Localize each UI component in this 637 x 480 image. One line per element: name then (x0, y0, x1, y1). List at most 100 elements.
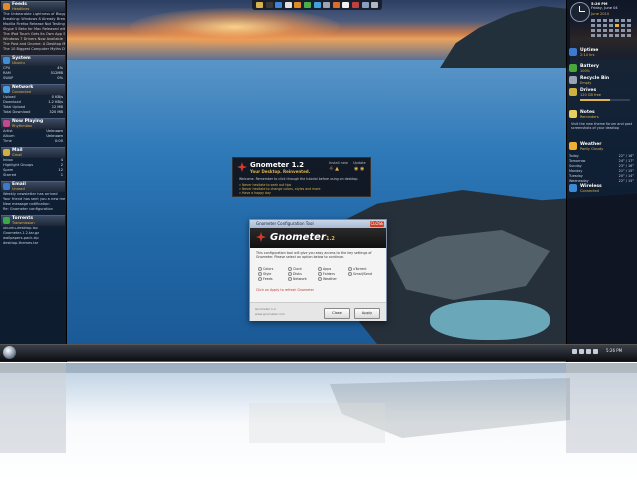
option-disks[interactable]: Disks (288, 272, 302, 276)
widget-header[interactable]: Feeds Headlines (1, 1, 65, 12)
widget-battery[interactable]: Battery 100% (569, 64, 636, 74)
widget-subtitle: Connected (12, 90, 31, 94)
analog-clock (570, 2, 590, 22)
forecast-temp: 22° / 15° (618, 179, 634, 183)
widget-subtitle: Connected (580, 189, 599, 193)
widget-torrents: Torrents Transmission ubuntu-desktop.iso Gn… (1, 215, 65, 246)
widget-line-label: Album (3, 134, 15, 138)
banner-link-3[interactable]: » Have a happy day (239, 191, 271, 195)
option-weather[interactable]: Weather (318, 277, 337, 281)
widget-header[interactable]: Torrents Transmission (1, 215, 65, 226)
option-network[interactable]: Network (288, 277, 307, 281)
option-utorrent[interactable]: uTorrent (348, 267, 367, 271)
widget-line-label: Total Download (3, 110, 31, 114)
drive-usage-fill (580, 99, 610, 101)
widget-line[interactable]: Re: Gnometer configuration (1, 207, 65, 212)
config-dialog: Gnometer Configuration Tool CLOSE Gnomet… (249, 219, 387, 321)
clock-date: Friday, June 04 (591, 6, 618, 10)
widget-line-label: RAM (3, 71, 11, 75)
taskbar-clock[interactable]: 5:26 PM (606, 348, 622, 353)
dialog-close-button[interactable]: CLOSE (370, 221, 384, 227)
now-playing-icon (3, 120, 10, 127)
dialog-app-name: Gnometer (270, 232, 326, 243)
video-icon[interactable] (352, 2, 359, 8)
widget-recycle-bin[interactable]: Recycle Bin Empty (569, 76, 636, 86)
dialog-apply-btn[interactable]: Apply (354, 308, 380, 319)
option-apps[interactable]: Apps (318, 267, 331, 271)
widget-subtitle: Transmission (12, 221, 35, 225)
reflection-right-sidebar (566, 373, 637, 453)
notes-text: Visit the new theme forum and post scree… (571, 122, 633, 130)
firefox-icon[interactable] (332, 2, 340, 8)
tray-volume-icon[interactable] (586, 349, 591, 354)
widget-subtitle: 100% (580, 69, 591, 73)
browser-icon[interactable] (275, 2, 283, 8)
widget-line-label: Spam (3, 168, 14, 172)
mail-icon[interactable] (284, 2, 292, 8)
option-feeds[interactable]: Feeds (258, 277, 273, 281)
widget-header[interactable]: Now Playing Rhythmbox (1, 118, 65, 129)
forecast-day: Wednesday (569, 179, 589, 183)
banner-install-icons[interactable]: ☼ ▲ (329, 166, 339, 172)
calculator-icon[interactable] (361, 2, 369, 8)
dialog-intro: This configuration tool will give you ea… (256, 251, 372, 259)
battery-icon (569, 64, 577, 72)
start-orb-button[interactable] (3, 346, 16, 359)
widget-weather[interactable]: Weather Partly Cloudy (569, 142, 636, 152)
dialog-close-btn[interactable]: Close (324, 308, 350, 319)
option-colors[interactable]: Colors (258, 267, 273, 271)
banner-update-icons[interactable]: ◉ ◉ (354, 166, 364, 172)
widget-subtitle: 2:14 hrs (580, 53, 595, 57)
trash-icon[interactable] (371, 2, 379, 8)
settings-icon[interactable] (323, 2, 331, 8)
system-icon (3, 57, 10, 64)
option-clock[interactable]: Clock (288, 267, 302, 271)
widget-notes[interactable]: Notes Reminders (569, 110, 636, 120)
gnometer-logo-icon (237, 162, 247, 172)
widget-line[interactable]: SWAP 0% (1, 76, 65, 81)
folder-icon[interactable] (256, 2, 263, 8)
desktop-screenshot: Feeds Headlines The Unbearable Lightness o… (0, 0, 637, 480)
dialog-titlebar[interactable]: Gnometer Configuration Tool CLOSE (250, 220, 386, 228)
widget-header[interactable]: Email Unread (1, 181, 65, 192)
dialog-footer-version: Gnometer 1.2 (255, 307, 276, 311)
widget-line[interactable]: desktop-themes.tar (1, 241, 65, 246)
widget-line[interactable]: Total Download 320 MB (1, 110, 65, 115)
widget-email: Email Unread Weekly newsletter has arrived… (1, 181, 65, 212)
tray-network-icon[interactable] (579, 349, 584, 354)
widget-subtitle: Rhythmbox (12, 124, 33, 128)
forecast-day: Tuesday (569, 174, 583, 178)
tray-arrow-icon[interactable] (572, 349, 577, 354)
photos-icon[interactable] (304, 2, 311, 8)
taskbar: 5:26 PM (0, 344, 637, 361)
drive-usage-bar (580, 99, 630, 101)
terminal-icon[interactable] (265, 2, 273, 8)
widget-line-label: Starred (3, 173, 17, 177)
banner-description: Welcome. Remember to click through the t… (239, 177, 359, 181)
tray-power-icon[interactable] (593, 349, 598, 354)
dialog-version: 1.2 (326, 236, 335, 242)
widget-header[interactable]: Mail Gmail (1, 147, 65, 158)
chat-icon[interactable] (313, 2, 321, 8)
option-gmail-send[interactable]: Gmail/Send (348, 272, 372, 276)
music-icon[interactable] (294, 2, 302, 8)
drives-icon (569, 88, 577, 96)
widget-drives[interactable]: Drives 120 GB free (569, 88, 636, 98)
calendar-grid (591, 19, 631, 37)
option-folders[interactable]: Folders (318, 272, 335, 276)
widget-header[interactable]: Network Connected (1, 84, 65, 95)
widget-wireless[interactable]: Wireless Connected (569, 184, 636, 194)
wireless-icon (569, 184, 577, 192)
right-sidebar: 5:26 PM Friday, June 04 June 2010 Uptime… (566, 0, 637, 362)
banner-col-update: Update (353, 161, 366, 165)
banner-title: Gnometer 1.2 (250, 161, 304, 169)
widget-uptime[interactable]: Uptime 2:14 hrs (569, 48, 636, 58)
widget-header[interactable]: System Ubuntu (1, 55, 65, 66)
forecast-day: Sunday (569, 164, 582, 168)
widget-line-label: SWAP (3, 76, 14, 80)
widget-line[interactable]: The 10 Biggest Computer Myths Debunked (1, 47, 65, 52)
text-editor-icon[interactable] (342, 2, 350, 8)
widget-line[interactable]: Starred 1 (1, 173, 65, 178)
widget-line[interactable]: Time 0:00 (1, 139, 65, 144)
option-style[interactable]: Style (258, 272, 271, 276)
